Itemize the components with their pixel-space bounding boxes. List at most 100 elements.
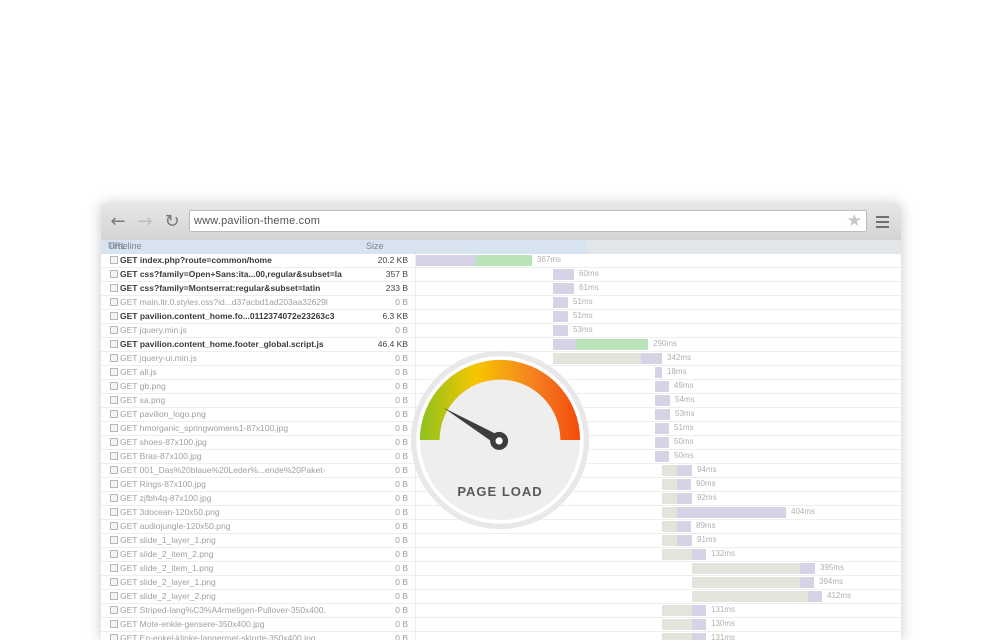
- expand-icon[interactable]: [110, 382, 118, 390]
- timing-bar-wait: [808, 591, 822, 602]
- expand-icon[interactable]: [110, 410, 118, 418]
- timing-bar-blocked: [662, 479, 677, 490]
- request-url: GET Mote-enkle-gensere-350x400.jpg: [120, 619, 265, 629]
- expand-icon[interactable]: [110, 256, 118, 264]
- expand-icon[interactable]: [110, 480, 118, 488]
- expand-icon[interactable]: [110, 592, 118, 600]
- request-timeline: 130ms: [415, 618, 901, 632]
- table-row[interactable]: GET slide_1_layer_1.png 0 B 91ms: [101, 534, 901, 548]
- request-url: GET 001_Das%20blaue%20Leder%...ende%20Pa…: [120, 465, 326, 475]
- request-duration: 94ms: [697, 465, 717, 474]
- request-url: GET index.php?route=common/home: [120, 255, 272, 265]
- table-row[interactable]: GET index.php?route=common/home 20.2 KB 36…: [101, 254, 901, 268]
- expand-icon[interactable]: [110, 550, 118, 558]
- timing-bar-wait: [655, 395, 670, 406]
- request-url: GET slide_2_layer_1.png: [120, 577, 216, 587]
- reload-icon[interactable]: ↻: [162, 212, 182, 232]
- request-size: 0 B: [395, 535, 408, 545]
- expand-icon[interactable]: [110, 634, 118, 640]
- table-row[interactable]: GET main.ltr.0.styles.css?id...d37acbd1a…: [101, 296, 901, 310]
- request-timeline: 60ms: [415, 268, 901, 282]
- table-row[interactable]: GET jquery.min.js 0 B 53ms: [101, 324, 901, 338]
- table-row[interactable]: GET css?family=Montserrat:regular&subset…: [101, 282, 901, 296]
- expand-icon[interactable]: [110, 340, 118, 348]
- back-arrow-icon[interactable]: ←: [108, 212, 128, 232]
- gauge-needle-center: [495, 437, 503, 445]
- address-url[interactable]: www.pavilion-theme.com: [194, 215, 320, 227]
- request-url: GET pavilion_logo.png: [120, 409, 206, 419]
- table-row[interactable]: GET Striped-lang%C3%A4rmeligen-Pullover-…: [101, 604, 901, 618]
- request-size: 0 B: [395, 507, 408, 517]
- column-header-timeline-cell[interactable]: Timeline: [101, 240, 587, 254]
- request-size: 0 B: [395, 479, 408, 489]
- request-size: 0 B: [395, 577, 408, 587]
- request-timeline: 131ms: [415, 604, 901, 618]
- expand-icon[interactable]: [110, 508, 118, 516]
- request-duration: 394ms: [819, 577, 844, 586]
- expand-icon[interactable]: [110, 326, 118, 334]
- table-row[interactable]: GET Mote-enkle-gensere-350x400.jpg 0 B 130…: [101, 618, 901, 632]
- timing-bar-wait: [692, 619, 706, 630]
- table-row[interactable]: GET pavilion.content_home.fo...011237407…: [101, 310, 901, 324]
- expand-icon[interactable]: [110, 452, 118, 460]
- address-bar[interactable]: www.pavilion-theme.com ★: [189, 210, 867, 232]
- request-url: GET css?family=Open+Sans:ita...00,regula…: [120, 269, 342, 279]
- expand-icon[interactable]: [110, 424, 118, 432]
- request-url: GET slide_1_layer_1.png: [120, 535, 216, 545]
- forward-arrow-icon[interactable]: →: [135, 212, 155, 232]
- request-duration: 51ms: [674, 423, 694, 432]
- request-duration: 367ms: [537, 255, 562, 264]
- request-size: 0 B: [395, 549, 408, 559]
- request-size: 0 B: [395, 451, 408, 461]
- table-row[interactable]: GET slide_2_layer_1.png 0 B 394ms: [101, 576, 901, 590]
- timing-bar-wait: [655, 423, 669, 434]
- expand-icon[interactable]: [110, 354, 118, 362]
- expand-icon[interactable]: [110, 270, 118, 278]
- request-url: GET Rings-87x100.jpg: [120, 479, 206, 489]
- timing-bar-wait: [692, 605, 706, 616]
- request-timeline: 53ms: [415, 324, 901, 338]
- expand-icon[interactable]: [110, 396, 118, 404]
- network-table-header: URL Size Timeline: [101, 240, 901, 254]
- request-size: 0 B: [395, 325, 408, 335]
- expand-icon[interactable]: [110, 368, 118, 376]
- request-timeline: 395ms: [415, 562, 901, 576]
- expand-icon[interactable]: [110, 466, 118, 474]
- expand-icon[interactable]: [110, 312, 118, 320]
- expand-icon[interactable]: [110, 284, 118, 292]
- table-row[interactable]: GET css?family=Open+Sans:ita...00,regula…: [101, 268, 901, 282]
- expand-icon[interactable]: [110, 438, 118, 446]
- table-row[interactable]: GET slide_2_layer_2.png 0 B 412ms: [101, 590, 901, 604]
- timing-bar-receive: [576, 339, 648, 350]
- request-duration: 60ms: [579, 269, 599, 278]
- table-row[interactable]: GET En-enkel-klinke-langermet-skjorte-35…: [101, 632, 901, 640]
- request-timeline: 131ms: [415, 632, 901, 640]
- expand-icon[interactable]: [110, 494, 118, 502]
- timing-bar-wait: [641, 353, 662, 364]
- request-url: GET all.js: [120, 367, 157, 377]
- expand-icon[interactable]: [110, 298, 118, 306]
- timing-bar-wait: [416, 255, 476, 266]
- expand-icon[interactable]: [110, 578, 118, 586]
- expand-icon[interactable]: [110, 536, 118, 544]
- request-size: 0 B: [395, 381, 408, 391]
- star-icon[interactable]: ★: [847, 211, 862, 231]
- expand-icon[interactable]: [110, 522, 118, 530]
- request-timeline: 91ms: [415, 534, 901, 548]
- timing-bar-wait: [553, 269, 574, 280]
- timing-bar-wait: [655, 451, 669, 462]
- expand-icon[interactable]: [110, 620, 118, 628]
- expand-icon[interactable]: [110, 606, 118, 614]
- table-row[interactable]: GET slide_2_item_2.png 0 B 132ms: [101, 548, 901, 562]
- timing-bar-wait: [677, 493, 692, 504]
- expand-icon[interactable]: [110, 564, 118, 572]
- request-duration: 50ms: [674, 451, 694, 460]
- timing-bar-wait: [655, 381, 669, 392]
- column-header-size[interactable]: Size: [366, 241, 384, 251]
- request-url: GET pavilion.content_home.fo...011237407…: [120, 311, 335, 321]
- request-duration: 50ms: [674, 437, 694, 446]
- request-timeline: 132ms: [415, 548, 901, 562]
- hamburger-menu-icon[interactable]: [876, 216, 889, 228]
- request-url: GET audiojungle-120x50.png: [120, 521, 231, 531]
- table-row[interactable]: GET slide_2_item_1.png 0 B 395ms: [101, 562, 901, 576]
